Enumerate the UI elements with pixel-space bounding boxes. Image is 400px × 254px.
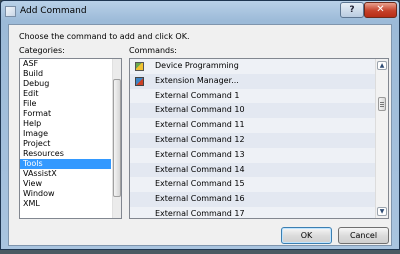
commands-list[interactable]: Device Programming Extension Manager... Ex… xyxy=(129,58,389,219)
extension-manager-icon xyxy=(135,76,144,86)
category-item[interactable]: Tools xyxy=(20,159,111,169)
command-label: External Command 1 xyxy=(155,90,240,100)
help-button[interactable]: ? xyxy=(340,2,364,18)
window-icon xyxy=(5,6,16,17)
command-row[interactable]: External Command 15 xyxy=(130,177,376,193)
category-item[interactable]: Project xyxy=(20,139,111,149)
dialog-body: Choose the command to add and click OK. … xyxy=(8,24,392,246)
command-label: External Command 16 xyxy=(155,194,245,204)
add-command-dialog: Add Command ? ✕ Choose the command to ad… xyxy=(0,0,400,250)
command-row[interactable]: Extension Manager... xyxy=(130,73,376,89)
ok-button[interactable]: OK xyxy=(281,227,332,244)
commands-label: Commands: xyxy=(129,46,177,55)
close-icon: ✕ xyxy=(376,4,385,15)
command-label: External Command 10 xyxy=(155,105,245,115)
categories-label: Categories: xyxy=(19,46,65,55)
command-label: External Command 11 xyxy=(155,120,245,130)
category-item[interactable]: Window xyxy=(20,189,111,199)
cancel-button[interactable]: Cancel xyxy=(338,227,389,244)
close-button[interactable]: ✕ xyxy=(364,2,397,18)
grip-line xyxy=(380,102,384,103)
category-item[interactable]: ASF xyxy=(20,59,111,69)
commands-scrollbar[interactable]: ▲ ▼ xyxy=(375,59,388,218)
command-row[interactable]: External Command 12 xyxy=(130,132,376,148)
category-item[interactable]: Build xyxy=(20,69,111,79)
command-row[interactable]: External Command 16 xyxy=(130,192,376,207)
desktop-background-strip xyxy=(0,250,400,254)
command-label: External Command 12 xyxy=(155,134,245,144)
window-title: Add Command xyxy=(20,6,87,16)
categories-scrollbar[interactable] xyxy=(112,59,121,218)
device-programming-icon xyxy=(135,62,144,71)
command-row[interactable]: External Command 1 xyxy=(130,88,376,104)
categories-items: ASF Build Debug Edit File Format Help Image Proj… xyxy=(20,59,121,209)
category-item[interactable]: File xyxy=(20,99,111,109)
command-row[interactable]: External Command 11 xyxy=(130,118,376,133)
command-row[interactable]: External Command 13 xyxy=(130,147,376,163)
grip-line xyxy=(380,104,384,105)
category-item[interactable]: Debug xyxy=(20,79,111,89)
category-item[interactable]: View xyxy=(20,179,111,189)
commands-rows: Device Programming Extension Manager... Ex… xyxy=(130,59,376,218)
command-row[interactable]: External Command 17 xyxy=(130,206,376,218)
category-item[interactable]: Resources xyxy=(20,149,111,159)
command-label: Extension Manager... xyxy=(155,75,239,85)
categories-scroll-thumb[interactable] xyxy=(113,79,121,197)
command-row[interactable]: External Command 10 xyxy=(130,103,376,119)
scroll-up-arrow-icon[interactable]: ▲ xyxy=(377,61,387,70)
categories-list[interactable]: ASF Build Debug Edit File Format Help Image Proj… xyxy=(19,58,122,219)
instruction-text: Choose the command to add and click OK. xyxy=(19,32,190,41)
command-label: External Command 17 xyxy=(155,208,245,218)
command-label: External Command 13 xyxy=(155,149,245,159)
command-label: External Command 15 xyxy=(155,179,245,189)
question-icon: ? xyxy=(349,5,355,15)
category-item[interactable]: Edit xyxy=(20,89,111,99)
command-row[interactable]: External Command 14 xyxy=(130,162,376,178)
category-item[interactable]: Format xyxy=(20,109,111,119)
category-item[interactable]: Image xyxy=(20,129,111,139)
scroll-down-arrow-icon[interactable]: ▼ xyxy=(377,207,387,216)
category-item[interactable]: VAssistX xyxy=(20,169,111,179)
command-label: Device Programming xyxy=(155,61,239,70)
command-row[interactable]: Device Programming xyxy=(130,59,376,74)
grip-line xyxy=(380,106,384,107)
title-bar[interactable]: Add Command ? ✕ xyxy=(1,1,399,23)
category-item[interactable]: Help xyxy=(20,119,111,129)
commands-scroll-thumb[interactable] xyxy=(378,97,386,111)
category-item[interactable]: XML xyxy=(20,199,111,209)
command-label: External Command 14 xyxy=(155,164,245,174)
